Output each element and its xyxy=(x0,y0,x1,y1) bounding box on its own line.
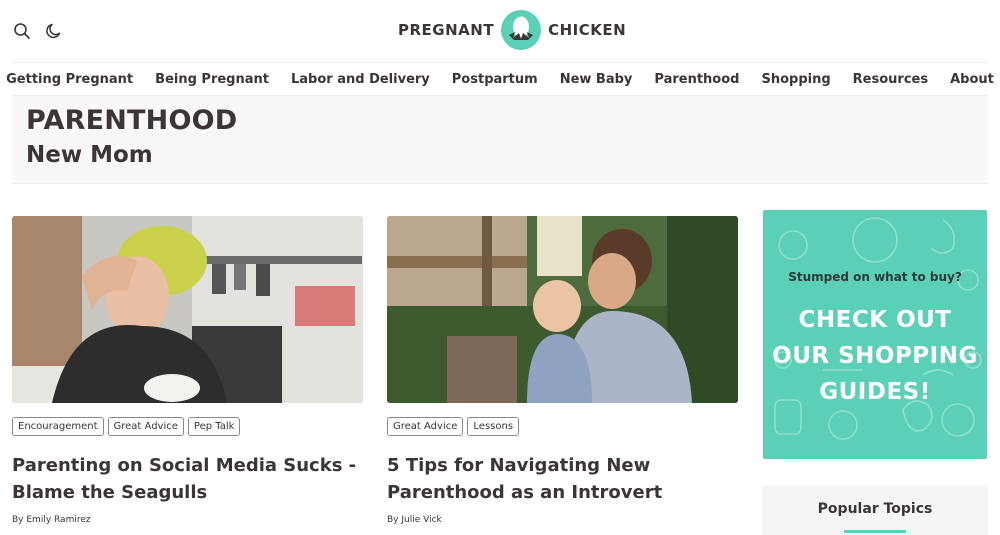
nav-item-about[interactable]: About xyxy=(950,72,994,87)
ad-headline: CHECK OUT OUR SHOPPING GUIDES! xyxy=(763,302,987,410)
nav-item-shopping[interactable]: Shopping xyxy=(761,72,830,87)
page-subtitle: New Mom xyxy=(26,142,153,168)
popular-topics-title: Popular Topics xyxy=(817,501,933,517)
popular-topics-underline xyxy=(844,530,906,533)
article-byline: By Julie Vick xyxy=(387,515,442,525)
tag-list: Great Advice Lessons xyxy=(387,417,738,436)
ad-headline-line: CHECK OUT xyxy=(798,307,952,333)
main-nav: Getting Pregnant Being Pregnant Labor an… xyxy=(6,62,994,96)
nav-item-parenthood[interactable]: Parenthood xyxy=(654,72,739,87)
moon-icon[interactable] xyxy=(45,22,63,40)
nav-item-postpartum[interactable]: Postpartum xyxy=(452,72,538,87)
article-title[interactable]: Parenting on Social Media Sucks - Blame … xyxy=(12,452,363,506)
logo-text-pregnant: PREGNANT xyxy=(398,21,495,39)
nav-item-labor-delivery[interactable]: Labor and Delivery xyxy=(291,72,430,87)
tag-list: Encouragement Great Advice Pep Talk xyxy=(12,417,363,436)
header-icons xyxy=(13,22,63,40)
category-banner: PARENTHOOD New Mom xyxy=(12,96,988,184)
article-card: Great Advice Lessons 5 Tips for Navigati… xyxy=(387,216,738,525)
ad-headline-line: OUR SHOPPING xyxy=(772,343,978,369)
page-title: PARENTHOOD xyxy=(26,105,238,136)
article-image-mom-baby[interactable] xyxy=(387,216,738,403)
popular-topics-widget: Popular Topics xyxy=(762,485,988,535)
article-title[interactable]: 5 Tips for Navigating New Parenthood as … xyxy=(387,452,738,506)
article-byline: By Emily Ramirez xyxy=(12,515,91,525)
nav-item-being-pregnant[interactable]: Being Pregnant xyxy=(155,72,269,87)
ad-headline-line: GUIDES! xyxy=(819,379,931,405)
article-card: Encouragement Great Advice Pep Talk Pare… xyxy=(12,216,363,525)
tag-lessons[interactable]: Lessons xyxy=(467,417,520,436)
logo-text-chicken: CHICKEN xyxy=(548,21,627,39)
egg-nest-logo-icon xyxy=(501,10,542,50)
site-logo[interactable]: PREGNANT CHICKEN xyxy=(398,8,626,52)
nav-item-getting-pregnant[interactable]: Getting Pregnant xyxy=(6,72,133,87)
nav-item-new-baby[interactable]: New Baby xyxy=(560,72,633,87)
nav-item-resources[interactable]: Resources xyxy=(853,72,928,87)
article-image-tired-mom[interactable] xyxy=(12,216,363,403)
ad-tagline: Stumped on what to buy? xyxy=(788,270,962,284)
tag-great-advice[interactable]: Great Advice xyxy=(387,417,464,436)
tag-great-advice[interactable]: Great Advice xyxy=(107,417,184,436)
search-icon[interactable] xyxy=(13,22,31,40)
tag-encouragement[interactable]: Encouragement xyxy=(12,417,104,436)
tag-pep-talk[interactable]: Pep Talk xyxy=(187,417,241,436)
shopping-guides-ad[interactable]: Stumped on what to buy? CHECK OUT OUR SH… xyxy=(763,210,987,459)
